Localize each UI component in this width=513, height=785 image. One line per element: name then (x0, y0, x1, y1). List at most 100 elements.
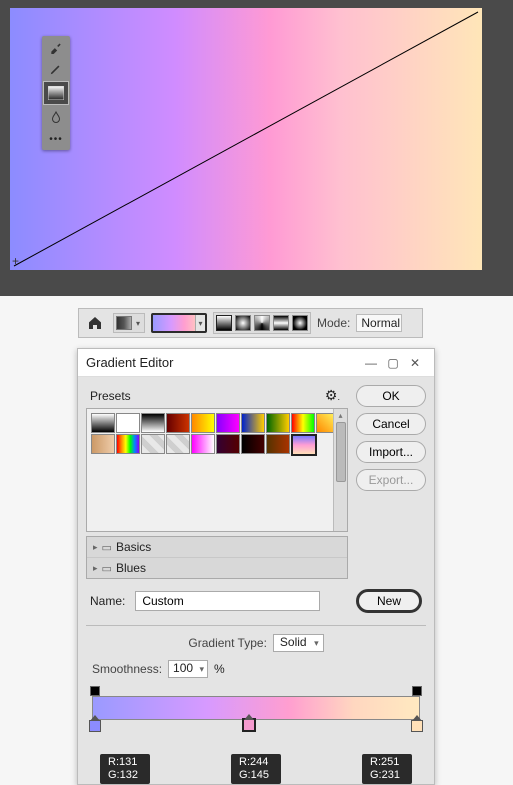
folder-basics[interactable]: ▸ ▭ Basics (87, 537, 347, 558)
crosshair-cursor: + (12, 254, 19, 268)
chevron-down-icon: ▾ (195, 315, 205, 331)
pencil-icon (49, 62, 63, 76)
brush-icon (49, 40, 63, 54)
percent-label: % (214, 662, 225, 676)
preset-swatch[interactable] (116, 413, 140, 433)
smoothness-label: Smoothness: (92, 662, 162, 676)
name-label: Name: (90, 594, 125, 608)
gradient-icon (48, 86, 64, 100)
readout-right-r: R:251 (370, 756, 404, 769)
readout-left: R:131 G:132 (100, 754, 150, 784)
reflected-gradient-button[interactable] (273, 315, 289, 331)
opacity-stop-left[interactable] (90, 686, 100, 696)
preset-swatch[interactable] (141, 434, 165, 454)
folder-label: Blues (116, 561, 146, 575)
readout-right-g: G:231 (370, 769, 404, 782)
preset-swatch[interactable] (241, 413, 265, 433)
new-button[interactable]: New (356, 589, 422, 613)
minimize-icon: — (365, 356, 377, 370)
chevron-down-icon: ▾ (134, 319, 142, 328)
options-area: ▾ ▾ Mode: Normal Gradient Editor — ▢ ✕ P… (0, 296, 513, 785)
import-button[interactable]: Import... (356, 441, 426, 463)
preset-folders: ▸ ▭ Basics ▸ ▭ Blues (86, 536, 348, 579)
preset-swatch[interactable] (266, 434, 290, 454)
ok-button[interactable]: OK (356, 385, 426, 407)
scroll-up-icon: ▴ (338, 411, 342, 420)
readout-left-g: G:132 (108, 769, 142, 782)
gradient-editor-dialog: Gradient Editor — ▢ ✕ Presets ⚙. ▴ (77, 348, 435, 785)
brush-tool[interactable] (42, 36, 70, 58)
preset-swatch[interactable] (91, 413, 115, 433)
gear-icon: ⚙ (325, 387, 338, 403)
tool-palette: ••• (42, 36, 70, 150)
home-button[interactable] (83, 312, 107, 334)
gradient-ramp[interactable] (92, 686, 420, 750)
dialog-titlebar[interactable]: Gradient Editor — ▢ ✕ (78, 349, 434, 377)
preset-swatch[interactable] (141, 413, 165, 433)
pencil-tool[interactable] (42, 58, 70, 80)
folder-label: Basics (116, 540, 151, 554)
gradient-type-group (213, 312, 311, 334)
preset-swatch[interactable] (166, 413, 190, 433)
preset-swatch[interactable] (241, 434, 265, 454)
close-icon: ✕ (410, 356, 420, 370)
canvas-area: + ••• (0, 0, 513, 296)
gradient-edit-section: Gradient Type: Solid Smoothness: 100 % (86, 625, 426, 784)
tool-preset-swatch (116, 316, 132, 330)
presets-label: Presets (90, 389, 325, 403)
preset-swatch[interactable] (191, 434, 215, 454)
preset-swatch[interactable] (291, 413, 315, 433)
gradient-type-select[interactable]: Solid (273, 634, 324, 652)
scroll-thumb[interactable] (336, 422, 346, 482)
preset-swatch[interactable] (91, 434, 115, 454)
options-bar: ▾ ▾ Mode: Normal (78, 308, 423, 338)
name-row: Name: New (78, 581, 434, 621)
diamond-gradient-button[interactable] (292, 315, 308, 331)
preset-swatch[interactable] (166, 434, 190, 454)
mode-label: Mode: (317, 316, 350, 330)
drop-icon (50, 110, 62, 124)
drop-tool[interactable] (42, 106, 70, 128)
readout-mid-g: G:145 (239, 769, 273, 782)
cancel-button[interactable]: Cancel (356, 413, 426, 435)
preset-swatch[interactable] (216, 413, 240, 433)
name-input[interactable] (135, 591, 320, 611)
more-tools[interactable]: ••• (42, 128, 70, 150)
readout-mid-r: R:244 (239, 756, 273, 769)
linear-gradient-button[interactable] (216, 315, 232, 331)
presets-section: Presets ⚙. ▴ ▸ ▭ Basics (86, 385, 348, 579)
opacity-stop-right[interactable] (412, 686, 422, 696)
preset-swatch[interactable] (191, 413, 215, 433)
maximize-button[interactable]: ▢ (382, 354, 404, 372)
gradient-line (10, 8, 482, 270)
folder-blues[interactable]: ▸ ▭ Blues (87, 558, 347, 578)
mode-select[interactable]: Normal (356, 314, 402, 332)
dialog-title: Gradient Editor (86, 355, 360, 370)
close-button[interactable]: ✕ (404, 354, 426, 372)
color-stop-left[interactable] (89, 720, 101, 732)
gradient-picker[interactable]: ▾ (151, 313, 207, 333)
smoothness-input[interactable]: 100 (168, 660, 208, 678)
color-stop-mid[interactable] (242, 718, 256, 732)
preset-swatch[interactable] (116, 434, 140, 454)
color-stop-right[interactable] (411, 720, 423, 732)
preset-swatch[interactable] (291, 434, 317, 456)
presets-settings-button[interactable]: ⚙. (325, 387, 344, 404)
tool-preset-picker[interactable]: ▾ (113, 313, 145, 333)
dialog-button-column: OK Cancel Import... Export... (356, 385, 426, 579)
export-button[interactable]: Export... (356, 469, 426, 491)
angle-gradient-button[interactable] (254, 315, 270, 331)
folder-icon: ▭ (102, 562, 112, 575)
preset-swatch[interactable] (266, 413, 290, 433)
readout-right: R:251 G:231 (362, 754, 412, 784)
readout-left-r: R:131 (108, 756, 142, 769)
radial-gradient-button[interactable] (235, 315, 251, 331)
presets-panel: ▴ (86, 408, 348, 532)
gradient-bar[interactable] (92, 696, 420, 720)
gradient-type-label: Gradient Type: (188, 636, 267, 650)
minimize-button[interactable]: — (360, 354, 382, 372)
gradient-canvas[interactable]: + (10, 8, 482, 270)
gradient-tool[interactable] (43, 81, 69, 105)
preset-swatch[interactable] (216, 434, 240, 454)
presets-scrollbar[interactable]: ▴ (333, 409, 347, 531)
